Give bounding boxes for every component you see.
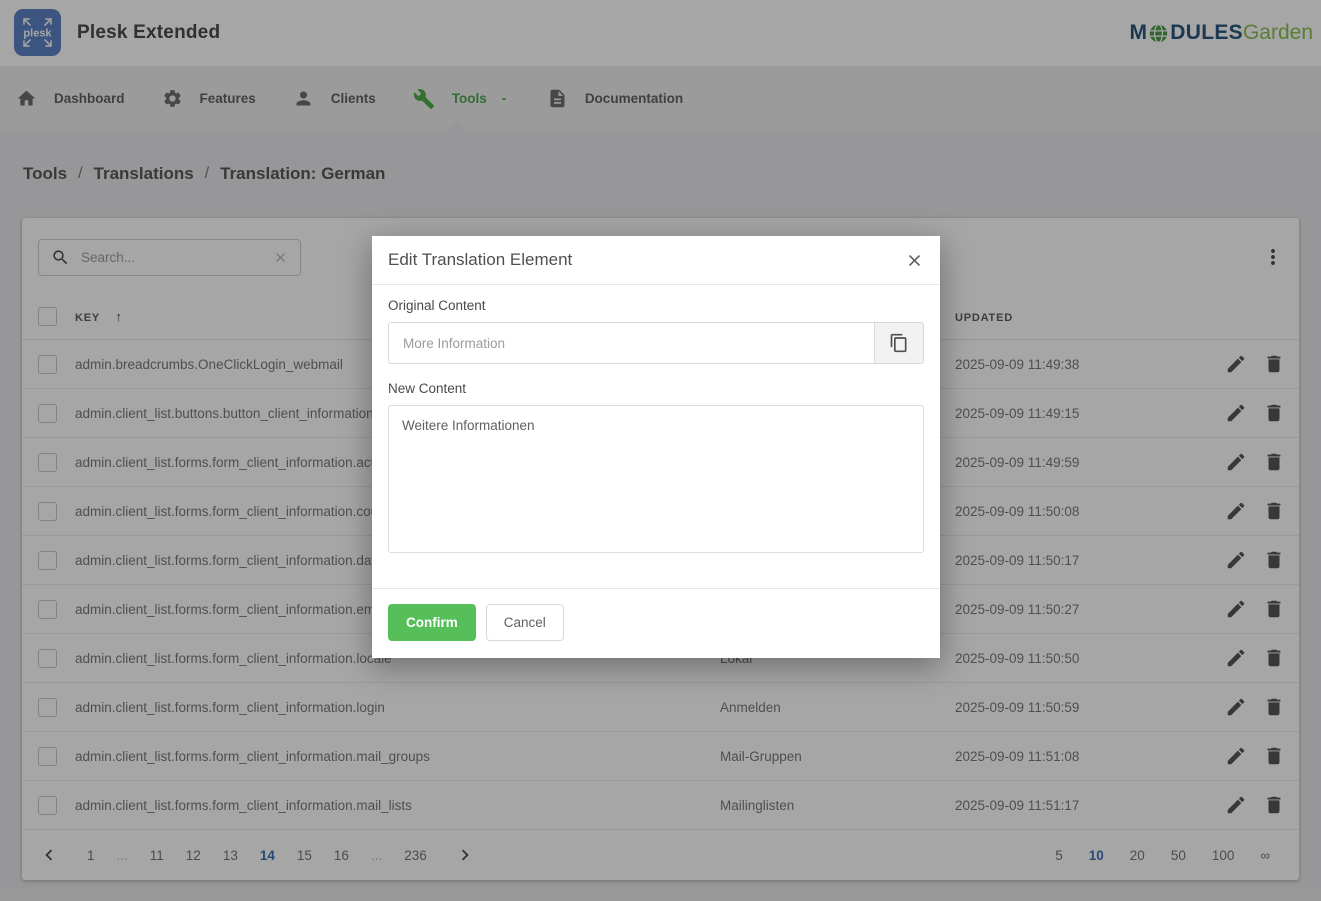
copy-icon bbox=[889, 333, 909, 353]
edit-translation-modal: Edit Translation Element Original Conten… bbox=[372, 236, 940, 658]
modal-body: Original Content New Content Weitere Inf… bbox=[372, 285, 940, 588]
original-content-label: Original Content bbox=[388, 298, 924, 313]
close-icon[interactable] bbox=[905, 251, 924, 270]
cancel-button[interactable]: Cancel bbox=[486, 604, 564, 641]
confirm-button[interactable]: Confirm bbox=[388, 604, 476, 641]
original-content-input bbox=[389, 323, 874, 363]
new-content-label: New Content bbox=[388, 381, 924, 396]
original-content-group bbox=[388, 322, 924, 364]
modal-footer: Confirm Cancel bbox=[372, 588, 940, 658]
copy-button[interactable] bbox=[874, 323, 923, 363]
modal-header: Edit Translation Element bbox=[372, 236, 940, 285]
new-content-textarea[interactable]: Weitere Informationen bbox=[388, 405, 924, 553]
modal-title: Edit Translation Element bbox=[388, 250, 572, 270]
